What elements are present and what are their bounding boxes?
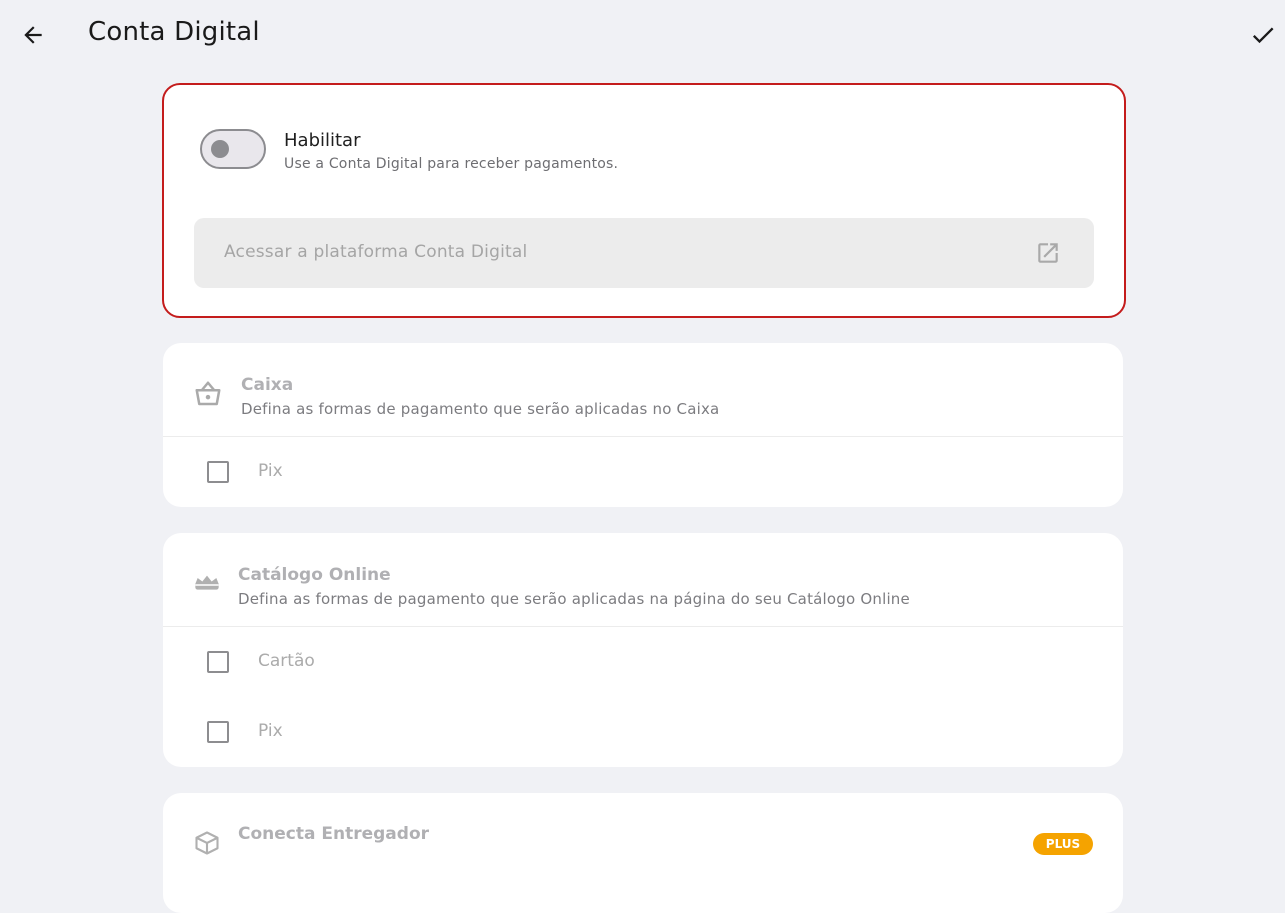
entregador-title: Conecta Entregador xyxy=(238,824,430,844)
back-button[interactable] xyxy=(16,18,50,52)
arrow-left-icon xyxy=(24,26,42,44)
catalogo-option-pix[interactable]: Pix xyxy=(163,697,1123,767)
enable-card: Habilitar Use a Conta Digital para receb… xyxy=(162,83,1126,318)
plus-badge: PLUS xyxy=(1033,833,1093,855)
caixa-card: Caixa Defina as formas de pagamento que … xyxy=(163,343,1123,507)
storefront-icon xyxy=(195,575,219,590)
confirm-button[interactable] xyxy=(1246,18,1280,52)
enable-toggle[interactable] xyxy=(200,129,266,169)
caixa-option-pix[interactable]: Pix xyxy=(163,437,1123,507)
caixa-header: Caixa Defina as formas de pagamento que … xyxy=(163,343,1123,437)
package-icon xyxy=(195,831,219,855)
top-app-bar: Conta Digital xyxy=(0,0,1285,70)
catalogo-card: Catálogo Online Defina as formas de paga… xyxy=(163,533,1123,767)
check-icon xyxy=(1252,27,1274,44)
access-platform-button[interactable]: Acessar a plataforma Conta Digital xyxy=(194,218,1094,288)
caixa-subtitle: Defina as formas de pagamento que serão … xyxy=(241,400,720,418)
open-in-new-icon xyxy=(1038,243,1058,263)
toggle-knob xyxy=(211,140,229,158)
checkbox[interactable] xyxy=(207,651,229,673)
caixa-title: Caixa xyxy=(241,375,294,395)
checkbox[interactable] xyxy=(207,461,229,483)
catalogo-title: Catálogo Online xyxy=(238,565,391,585)
basket-icon xyxy=(195,381,221,406)
checkbox-label: Pix xyxy=(258,721,283,741)
page-title: Conta Digital xyxy=(88,17,260,47)
checkbox-label: Cartão xyxy=(258,651,315,671)
enable-title: Habilitar xyxy=(284,130,361,151)
checkbox-label: Pix xyxy=(258,461,283,481)
catalogo-header: Catálogo Online Defina as formas de paga… xyxy=(163,533,1123,627)
access-platform-label: Acessar a plataforma Conta Digital xyxy=(224,242,528,262)
catalogo-subtitle: Defina as formas de pagamento que serão … xyxy=(238,590,910,608)
enable-subtitle: Use a Conta Digital para receber pagamen… xyxy=(284,156,619,172)
catalogo-option-cartao[interactable]: Cartão xyxy=(163,627,1123,697)
checkbox[interactable] xyxy=(207,721,229,743)
entregador-card: Conecta Entregador PLUS xyxy=(163,793,1123,913)
